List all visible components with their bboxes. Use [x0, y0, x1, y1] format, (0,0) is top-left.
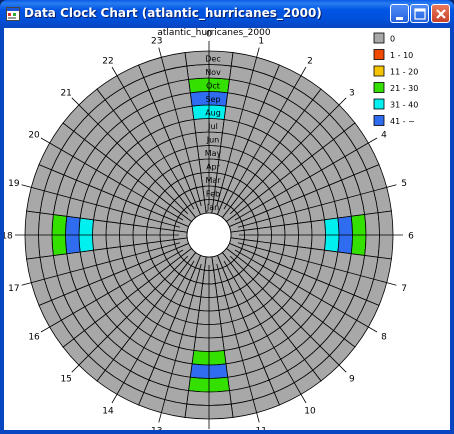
app-icon	[6, 7, 20, 21]
legend-swatch	[373, 82, 385, 93]
month-label: Dec	[205, 54, 220, 63]
legend-swatch	[373, 98, 385, 110]
window-title: Data Clock Chart (atlantic_hurricanes_20…	[24, 6, 322, 20]
month-label: Jun	[206, 135, 220, 144]
minimize-button[interactable]	[390, 4, 409, 23]
legend-label: 21 - 30	[390, 84, 418, 93]
minimize-icon	[396, 17, 403, 20]
legend-swatch	[373, 49, 385, 60]
clock-center	[186, 212, 232, 258]
month-label: Sep	[205, 95, 220, 104]
legend-label: 31 - 40	[390, 101, 418, 110]
hour-label: 15	[60, 374, 71, 384]
hour-label: 4	[381, 131, 387, 141]
hour-label: 7	[401, 284, 407, 294]
hour-label: 17	[8, 284, 19, 294]
data-clock-chart: 01234567891011121314151617181920212223Ja…	[1, 30, 418, 434]
hour-label: 10	[304, 406, 316, 416]
maximize-icon	[414, 8, 426, 20]
hour-label: 18	[4, 232, 13, 242]
month-label: May	[205, 149, 222, 158]
hour-label: 20	[28, 131, 40, 141]
month-label: Nov	[205, 68, 221, 77]
title-bar[interactable]: Data Clock Chart (atlantic_hurricanes_20…	[0, 0, 454, 28]
app-window: Data Clock Chart (atlantic_hurricanes_20…	[0, 0, 454, 434]
month-label: Apr	[206, 162, 221, 171]
legend-swatch	[373, 65, 385, 77]
hour-label: 13	[151, 427, 162, 430]
legend-label: 1 - 10	[390, 51, 413, 60]
chart-area: atlantic_hurricanes_2000 012345678910111…	[1, 28, 450, 434]
hour-label: 8	[381, 333, 387, 343]
hour-label: 22	[102, 57, 113, 67]
month-label: Jul	[207, 122, 218, 131]
close-icon	[436, 9, 446, 19]
legend-label: 41 - ~	[390, 117, 415, 126]
legend-label: 11 - 20	[390, 68, 418, 77]
hour-label: 6	[408, 232, 414, 242]
legend-swatch	[373, 115, 385, 126]
month-label: Mar	[205, 176, 221, 185]
hour-label: 5	[401, 179, 407, 189]
window-frame-right	[450, 28, 454, 434]
window-frame-bottom	[0, 430, 454, 434]
month-label: Aug	[205, 108, 221, 117]
hour-label: 11	[256, 427, 267, 430]
maximize-button[interactable]	[410, 4, 429, 23]
hour-label: 21	[60, 89, 71, 99]
chart-title: atlantic_hurricanes_2000	[157, 28, 271, 38]
hour-label: 3	[349, 89, 355, 99]
month-label: Jan	[206, 203, 219, 212]
hour-label: 14	[102, 406, 114, 416]
close-button[interactable]	[431, 4, 450, 23]
hour-label: 2	[307, 57, 313, 67]
month-label: Feb	[206, 189, 220, 198]
hour-label: 19	[8, 179, 20, 189]
hour-label: 9	[349, 374, 355, 384]
month-label: Oct	[206, 81, 220, 90]
hour-label: 16	[28, 333, 40, 343]
